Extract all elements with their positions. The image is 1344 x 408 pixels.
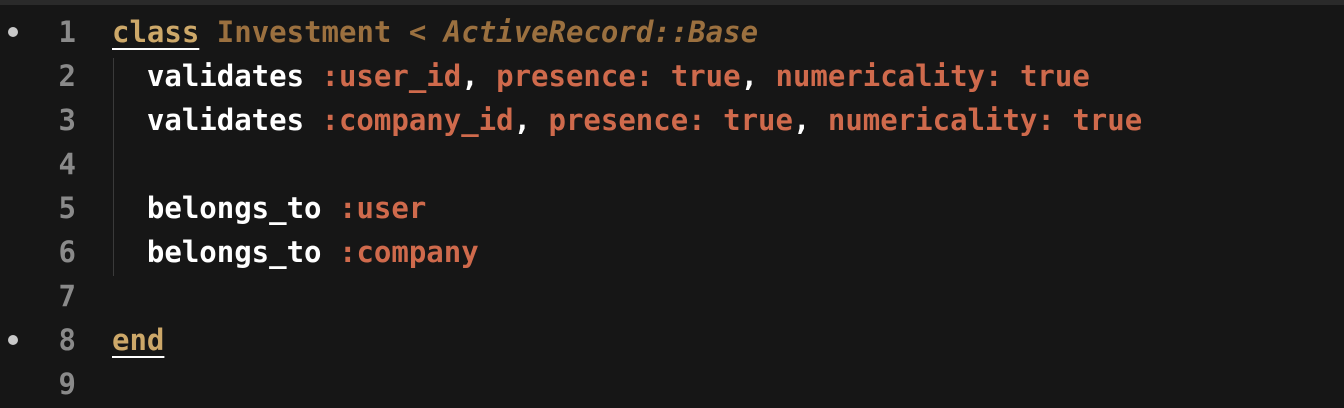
- hash-key: numericality:: [775, 59, 1003, 93]
- method-call: belongs_to: [112, 235, 339, 269]
- code-text[interactable]: end: [112, 318, 164, 362]
- code-text[interactable]: belongs_to :user: [112, 186, 426, 230]
- boolean-literal: true: [723, 103, 793, 137]
- line-number: 4: [58, 147, 76, 181]
- method-call: validates: [112, 103, 322, 137]
- method-call: validates: [112, 59, 322, 93]
- line-number: 6: [58, 235, 76, 269]
- code-line-8[interactable]: 8 end: [0, 318, 1344, 362]
- code-line-9[interactable]: 9: [0, 362, 1344, 406]
- keyword-end: end: [112, 323, 165, 357]
- code-editor[interactable]: 1 class Investment < ActiveRecord::Base …: [0, 0, 1344, 408]
- fold-marker-icon[interactable]: [8, 27, 18, 37]
- code-text[interactable]: validates :company_id, presence: true, n…: [112, 98, 1142, 142]
- line-number: 1: [58, 15, 76, 49]
- hash-key: presence:: [548, 103, 706, 137]
- method-call: belongs_to: [112, 191, 339, 225]
- line-number: 9: [58, 367, 76, 401]
- code-text[interactable]: belongs_to :company: [112, 230, 479, 274]
- inherit-operator: <: [391, 15, 444, 49]
- symbol: :user_id: [321, 59, 462, 93]
- code-line-3[interactable]: 3 validates :company_id, presence: true,…: [0, 98, 1344, 142]
- code-text[interactable]: class Investment < ActiveRecord::Base: [112, 10, 758, 54]
- code-line-2[interactable]: 2 validates :user_id, presence: true, nu…: [0, 54, 1344, 98]
- code-line-7[interactable]: 7: [0, 274, 1344, 318]
- code-line-1[interactable]: 1 class Investment < ActiveRecord::Base: [0, 10, 1344, 54]
- fold-marker-icon[interactable]: [8, 335, 18, 345]
- code-line-4[interactable]: 4: [0, 142, 1344, 186]
- line-number: 5: [58, 191, 76, 225]
- boolean-literal: true: [670, 59, 741, 93]
- boolean-literal: true: [1072, 103, 1143, 137]
- symbol: :company: [338, 235, 479, 269]
- code-token: ,: [461, 59, 497, 93]
- keyword-class: class: [112, 15, 200, 49]
- code-line-5[interactable]: 5 belongs_to :user: [0, 186, 1344, 230]
- code-text[interactable]: validates :user_id, presence: true, nume…: [112, 54, 1090, 98]
- code-token: ,: [740, 59, 776, 93]
- editor-top-border: [0, 0, 1344, 5]
- hash-key: numericality:: [827, 103, 1055, 137]
- line-number: 8: [58, 323, 76, 357]
- class-name: Investment: [216, 15, 392, 49]
- line-number: 3: [58, 103, 76, 137]
- code-line-6[interactable]: 6 belongs_to :company: [0, 230, 1344, 274]
- line-number: 2: [58, 59, 76, 93]
- line-number: 7: [58, 279, 76, 313]
- code-token: ,: [792, 103, 828, 137]
- symbol: :user: [338, 191, 427, 225]
- symbol: :company_id: [321, 103, 514, 137]
- code-token: ,: [513, 103, 549, 137]
- hash-key: presence:: [496, 59, 654, 93]
- boolean-literal: true: [1019, 59, 1090, 93]
- superclass-name: ActiveRecord::Base: [443, 15, 759, 49]
